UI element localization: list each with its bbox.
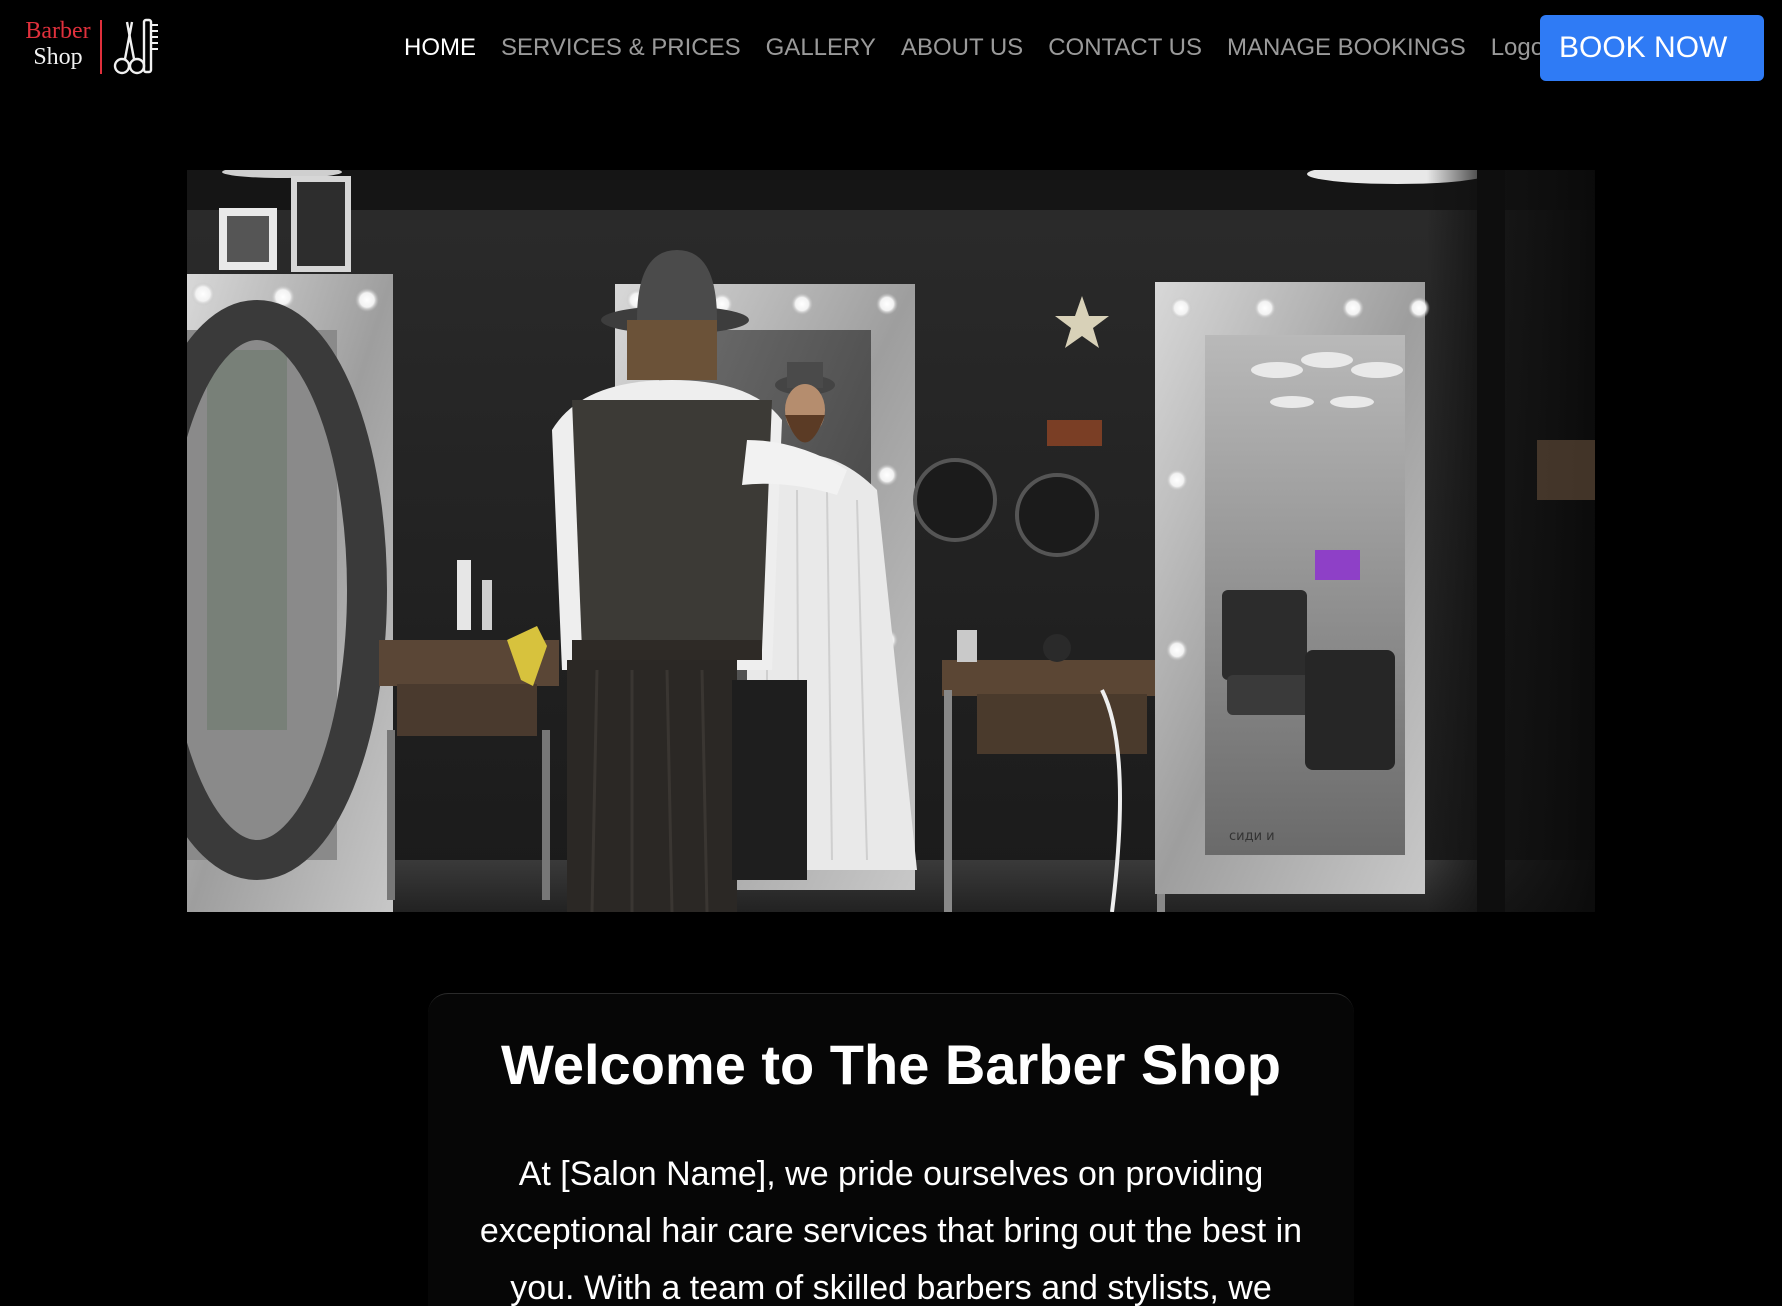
mirror-label: сиди и (1229, 829, 1275, 844)
brand-line1: Barber (25, 18, 91, 44)
barbershop-photo: сиди и (187, 170, 1595, 912)
nav-home[interactable]: HOME (404, 34, 476, 62)
nav-contact-us[interactable]: CONTACT US (1048, 34, 1202, 62)
nav-services-prices[interactable]: SERVICES & PRICES (501, 34, 741, 62)
brand-logo[interactable]: Barber Shop (16, 16, 162, 78)
brand-wordmark: Barber Shop (16, 18, 100, 70)
brand-line2: Shop (33, 44, 83, 70)
hero-image: сиди и (187, 170, 1595, 912)
scissors-comb-icon (113, 18, 158, 75)
book-now-button[interactable]: BOOK NOW (1540, 15, 1764, 81)
nav-about-us[interactable]: ABOUT US (901, 34, 1023, 62)
main-nav: HOME SERVICES & PRICES GALLERY ABOUT US … (404, 0, 1576, 96)
welcome-title: Welcome to The Barber Shop (501, 1033, 1281, 1096)
brand-divider (100, 20, 102, 74)
nav-gallery[interactable]: GALLERY (766, 34, 876, 62)
navbar: Barber Shop HOME SERVICES & PRICES GALLE… (0, 0, 1782, 96)
nav-manage-bookings[interactable]: MANAGE BOOKINGS (1227, 34, 1466, 62)
welcome-card: Welcome to The Barber Shop At [Salon Nam… (428, 993, 1354, 1306)
welcome-body: At [Salon Name], we pride ourselves on p… (479, 1155, 1303, 1306)
page: Barber Shop HOME SERVICES & PRICES GALLE… (0, 0, 1782, 1306)
